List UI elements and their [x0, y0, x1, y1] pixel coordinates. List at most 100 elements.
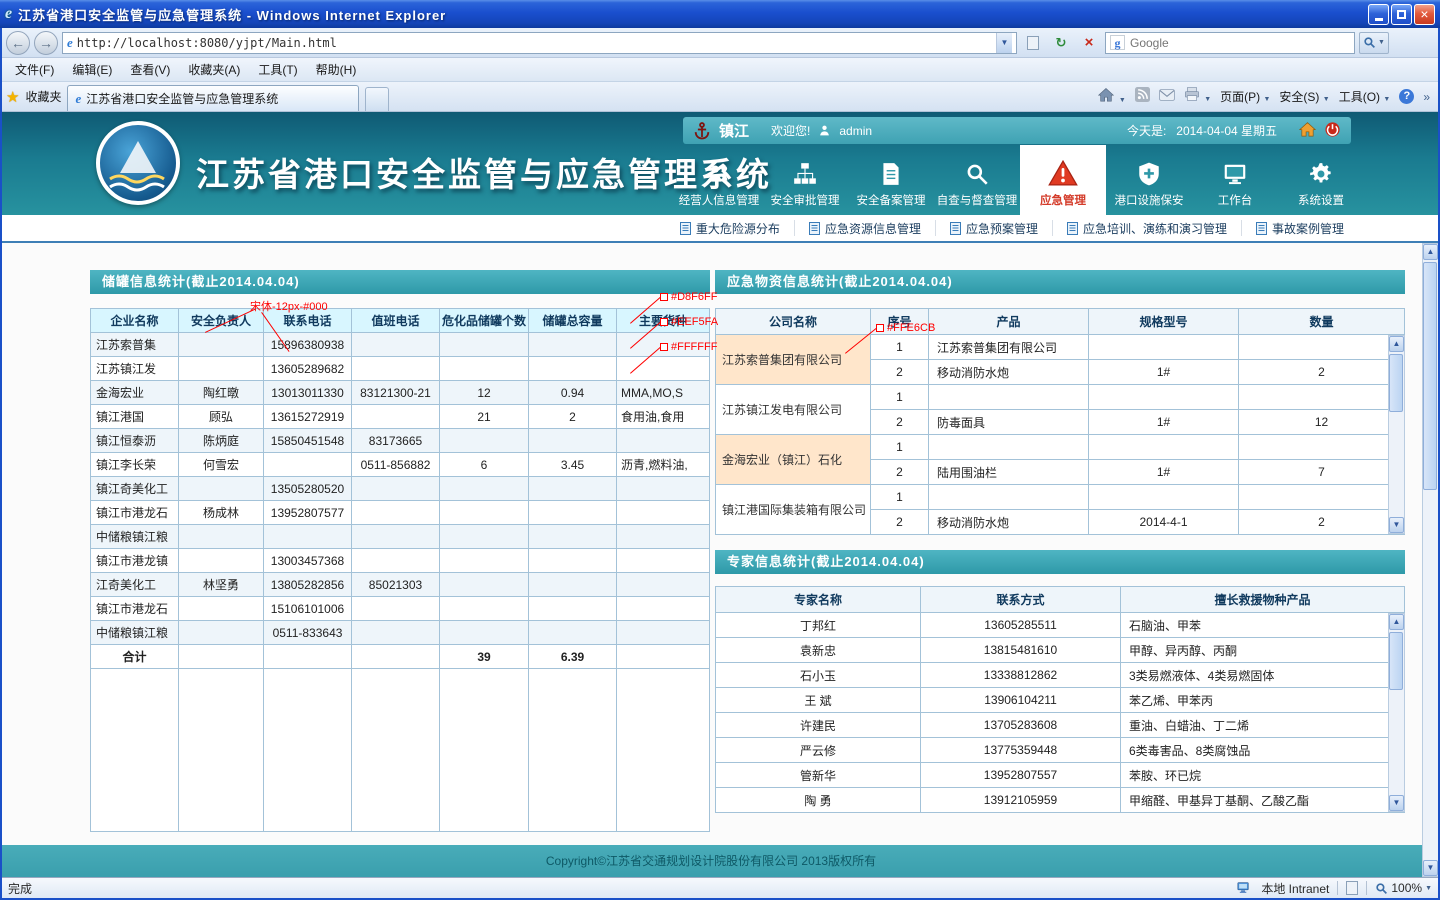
- scroll-thumb[interactable]: [1389, 354, 1403, 412]
- table-cell: 12: [1239, 410, 1405, 435]
- table-cell: 2: [529, 405, 617, 429]
- menu-file[interactable]: 文件(F): [6, 58, 63, 81]
- search-button[interactable]: ▼: [1359, 32, 1389, 54]
- browser-tab[interactable]: e 江苏省港口安全监管与应急管理系统: [67, 85, 359, 111]
- supplies-stats-panel: 应急物资信息统计(截止2014.04.04) 公司名称 序号 产品 规格型号 数…: [715, 270, 1405, 535]
- scroll-thumb[interactable]: [1423, 262, 1437, 490]
- close-button[interactable]: ×: [1414, 4, 1435, 25]
- nav-system-settings[interactable]: 系统设置: [1278, 145, 1364, 215]
- nav-safety-record[interactable]: 安全备案管理: [848, 145, 934, 215]
- minimize-button[interactable]: [1368, 4, 1389, 25]
- compatibility-view-button[interactable]: [1021, 32, 1045, 54]
- home-button[interactable]: ▼: [1098, 87, 1125, 107]
- scroll-down-icon[interactable]: ▼: [1423, 860, 1438, 876]
- table-cell: [352, 525, 440, 549]
- nav-workbench[interactable]: 工作台: [1192, 145, 1278, 215]
- page-menu-button[interactable]: 页面(P) ▼: [1220, 88, 1270, 105]
- table-cell: [617, 645, 710, 669]
- scroll-up-icon[interactable]: ▲: [1389, 614, 1404, 630]
- subnav-accident-cases[interactable]: 事故案例管理: [1241, 220, 1358, 236]
- table-cell: 何雪宏: [179, 453, 264, 477]
- table-row: 江苏镇江发电有限公司 1: [716, 385, 1405, 410]
- table-cell: 15850451548: [264, 429, 352, 453]
- scroll-up-icon[interactable]: ▲: [1423, 244, 1438, 260]
- table-cell: [529, 573, 617, 597]
- read-mail-button[interactable]: [1159, 88, 1175, 106]
- table-cell: 85021303: [352, 573, 440, 597]
- table-cell: [179, 357, 264, 381]
- column-header: 数量: [1239, 309, 1405, 335]
- forward-button[interactable]: →: [34, 31, 58, 55]
- table-row: 镇江市港龙镇13003457368: [91, 549, 710, 573]
- menu-tools[interactable]: 工具(T): [249, 58, 306, 81]
- table-cell: [352, 669, 440, 832]
- supplies-scrollbar[interactable]: ▲ ▼: [1388, 335, 1405, 534]
- table-row: 金海宏业（镇江）石化 1: [716, 435, 1405, 460]
- table-cell: [617, 549, 710, 573]
- username: admin: [839, 124, 872, 138]
- nav-safety-approval[interactable]: 安全审批管理: [762, 145, 848, 215]
- logout-button[interactable]: [1324, 121, 1341, 141]
- table-cell: 83173665: [352, 429, 440, 453]
- google-icon: g: [1110, 35, 1125, 50]
- site-header: 江苏省港口安全监管与应急管理系统 镇江 欢迎您! admin 今天是: 2014…: [0, 112, 1440, 215]
- url-input[interactable]: [77, 36, 992, 50]
- print-button[interactable]: ▼: [1184, 87, 1211, 106]
- subnav-resource-info[interactable]: 应急资源信息管理: [794, 220, 935, 236]
- column-header: 值班电话: [352, 309, 440, 333]
- search-dropdown-icon: ▼: [1378, 39, 1385, 46]
- table-cell: 1#: [1089, 360, 1239, 385]
- nav-operator-info[interactable]: 经营人信息管理: [676, 145, 762, 215]
- nav-port-security[interactable]: 港口设施保安: [1106, 145, 1192, 215]
- favorites-star-icon: ★: [6, 88, 19, 106]
- home-shortcut-button[interactable]: [1299, 121, 1316, 140]
- new-tab-button[interactable]: [365, 87, 389, 111]
- menu-favorites[interactable]: 收藏夹(A): [179, 58, 249, 81]
- scroll-thumb[interactable]: [1389, 632, 1403, 690]
- help-button[interactable]: ?: [1399, 89, 1414, 104]
- subnav-training-drill[interactable]: 应急培训、演练和演习管理: [1052, 220, 1241, 236]
- favorites-button[interactable]: 收藏夹: [25, 88, 61, 105]
- company-cell: 镇江港国际集装箱有限公司: [716, 485, 871, 535]
- zoom-control[interactable]: 100% ▼: [1375, 881, 1432, 895]
- safety-menu-button[interactable]: 安全(S) ▼: [1279, 88, 1329, 105]
- table-cell: [91, 669, 179, 832]
- printer-icon: [1184, 87, 1200, 101]
- scroll-down-icon[interactable]: ▼: [1389, 795, 1404, 811]
- nav-self-inspection[interactable]: 自查与督查管理: [934, 145, 1020, 215]
- url-dropdown-icon[interactable]: ▼: [996, 33, 1012, 53]
- refresh-button[interactable]: ↻: [1049, 32, 1073, 54]
- page-scrollbar[interactable]: ▲ ▼: [1422, 243, 1439, 877]
- experts-stats-panel: 专家信息统计(截止2014.04.04) 专家名称 联系方式 擅长救援物种产品 …: [715, 550, 1405, 813]
- table-cell: 6类毒害品、8类腐蚀品: [1121, 738, 1405, 763]
- maximize-button[interactable]: [1391, 4, 1412, 25]
- stop-button[interactable]: ×: [1077, 32, 1101, 54]
- overflow-chevron-icon[interactable]: »: [1423, 90, 1430, 104]
- back-button[interactable]: ←: [6, 31, 30, 55]
- menu-edit[interactable]: 编辑(E): [63, 58, 121, 81]
- nav-emergency-management[interactable]: 应急管理: [1020, 145, 1106, 215]
- table-cell: [1239, 485, 1405, 510]
- experts-scrollbar[interactable]: ▲ ▼: [1388, 613, 1405, 812]
- welcome-strip: 镇江 欢迎您! admin 今天是: 2014-04-04 星期五: [683, 117, 1351, 144]
- scroll-up-icon[interactable]: ▲: [1389, 336, 1404, 352]
- table-row: 江奇美化工林坚勇1380528285685021303: [91, 573, 710, 597]
- table-cell: 3.45: [529, 453, 617, 477]
- table-cell: [440, 333, 529, 357]
- subnav-hazard-distribution[interactable]: 重大危险源分布: [666, 220, 794, 236]
- table-cell: 1: [871, 385, 929, 410]
- table-cell: 83121300-21: [352, 381, 440, 405]
- subnav-plan-management[interactable]: 应急预案管理: [935, 220, 1052, 236]
- table-cell: 严云修: [716, 738, 921, 763]
- scroll-down-icon[interactable]: ▼: [1389, 517, 1404, 533]
- protected-mode-icon: [1346, 881, 1358, 895]
- menu-help[interactable]: 帮助(H): [307, 58, 366, 81]
- favorites-bar: ★ 收藏夹 e 江苏省港口安全监管与应急管理系统 ▼ ▼ 页面(P) ▼ 安全(…: [0, 82, 1440, 112]
- feeds-button[interactable]: [1135, 87, 1150, 107]
- search-input[interactable]: [1130, 36, 1350, 50]
- page-icon: [1067, 222, 1078, 235]
- tools-menu-button[interactable]: 工具(O) ▼: [1339, 88, 1391, 105]
- table-cell: [352, 477, 440, 501]
- menu-view[interactable]: 查看(V): [121, 58, 179, 81]
- annotation-altrow-color: #EEF5FA: [660, 316, 718, 328]
